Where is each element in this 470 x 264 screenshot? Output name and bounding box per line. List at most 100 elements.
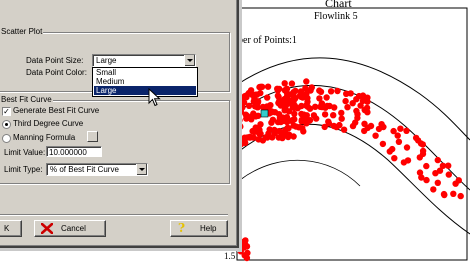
question-mark-icon: ?	[178, 221, 186, 235]
data-point	[336, 121, 343, 129]
data-point	[257, 89, 264, 97]
data-point	[262, 134, 270, 141]
data-point	[423, 162, 430, 170]
data-point	[252, 127, 259, 134]
data-point	[375, 125, 383, 133]
data-point	[397, 125, 404, 132]
data-point	[313, 115, 320, 122]
data-point-color-label: Data Point Color:	[26, 68, 87, 77]
data-point	[243, 112, 251, 120]
data-point	[274, 87, 282, 94]
cancel-button[interactable]: Cancel	[34, 220, 106, 237]
data-point	[324, 102, 331, 110]
data-point	[257, 83, 264, 91]
data-point	[321, 123, 328, 131]
data-point	[434, 179, 441, 186]
data-point	[344, 104, 351, 111]
data-point-size-combo[interactable]: Large	[92, 54, 196, 67]
data-point	[281, 107, 288, 114]
generate-best-fit-label: Generate Best Fit Curve	[13, 106, 100, 115]
data-point	[288, 91, 295, 98]
data-point	[441, 191, 448, 199]
data-point	[354, 110, 361, 118]
chart-subtitle: Flowlink 5	[314, 11, 358, 22]
x-icon	[41, 223, 53, 234]
data-point	[321, 111, 329, 118]
cancel-button-label: Cancel	[61, 224, 86, 233]
manning-formula-label: Manning Formula	[13, 133, 76, 142]
chart-title: Chart	[325, 0, 352, 10]
data-point	[306, 117, 314, 124]
selected-data-point	[260, 109, 269, 118]
data-point	[264, 94, 271, 101]
data-point	[303, 78, 310, 85]
data-point	[450, 190, 457, 197]
size-dropdown-list[interactable]: Small Medium Large	[92, 67, 198, 97]
chevron-down-icon[interactable]	[184, 55, 195, 66]
number-of-points-label: ber of Points:1	[238, 35, 297, 46]
data-point-size-label: Data Point Size:	[26, 56, 84, 65]
data-point	[250, 134, 257, 141]
data-point	[430, 186, 437, 193]
data-point	[325, 118, 332, 125]
ok-button[interactable]: K	[0, 220, 22, 237]
data-point	[452, 180, 459, 187]
data-point	[357, 102, 364, 109]
data-point	[271, 109, 279, 116]
data-point	[254, 112, 262, 120]
button-separator	[0, 214, 228, 216]
data-point	[268, 119, 275, 126]
data-point	[338, 115, 345, 122]
limit-value-label: Limit Value:	[4, 148, 46, 157]
data-point	[367, 122, 375, 130]
data-point	[306, 105, 314, 112]
data-point	[281, 130, 289, 138]
manning-settings-button[interactable]	[87, 131, 98, 142]
data-point	[327, 88, 335, 95]
data-point	[300, 111, 307, 118]
data-point	[247, 87, 255, 94]
data-point	[386, 148, 393, 155]
data-point	[439, 162, 447, 169]
data-point	[264, 83, 272, 90]
third-degree-radio[interactable]	[2, 120, 11, 129]
data-point	[316, 87, 323, 94]
limit-type-combo[interactable]: % of Best Fit Curve	[46, 163, 148, 176]
best-fit-curve-group-label: Best Fit Curve	[0, 95, 53, 104]
data-point	[414, 137, 422, 144]
data-point-size-value: Large	[96, 56, 117, 65]
data-point	[390, 127, 397, 135]
limit-type-value: % of Best Fit Curve	[50, 165, 119, 174]
data-point	[281, 87, 289, 94]
data-point	[301, 92, 308, 99]
data-point	[243, 94, 250, 101]
data-point	[288, 80, 296, 87]
data-point	[283, 118, 291, 126]
data-point	[338, 109, 345, 117]
size-option-medium[interactable]: Medium	[94, 77, 196, 86]
size-option-large[interactable]: Large	[94, 86, 196, 95]
manning-formula-radio[interactable]	[2, 134, 11, 143]
data-point	[300, 128, 307, 135]
data-point	[334, 87, 341, 95]
generate-best-fit-checkbox[interactable]: ✓	[2, 107, 11, 116]
chevron-down-icon[interactable]	[136, 164, 147, 175]
data-point	[445, 171, 452, 178]
data-point	[400, 159, 408, 166]
size-option-small[interactable]: Small	[94, 68, 196, 77]
limit-type-label: Limit Type:	[4, 165, 43, 174]
data-point	[349, 122, 357, 130]
data-point	[281, 80, 288, 87]
data-point	[271, 130, 278, 137]
inner-curve	[239, 159, 361, 187]
limit-value-input[interactable]: 10.000000	[46, 146, 102, 157]
help-button[interactable]: ? Help	[170, 220, 228, 237]
data-point	[317, 103, 324, 111]
scatter-plot-group-label: Scatter Plot	[0, 27, 44, 36]
data-point	[343, 90, 350, 98]
ok-button-label: K	[4, 224, 10, 233]
data-point	[403, 127, 410, 134]
y-axis-tick-label: 1.5	[224, 251, 236, 261]
data-point	[331, 104, 338, 111]
data-point	[391, 155, 398, 162]
